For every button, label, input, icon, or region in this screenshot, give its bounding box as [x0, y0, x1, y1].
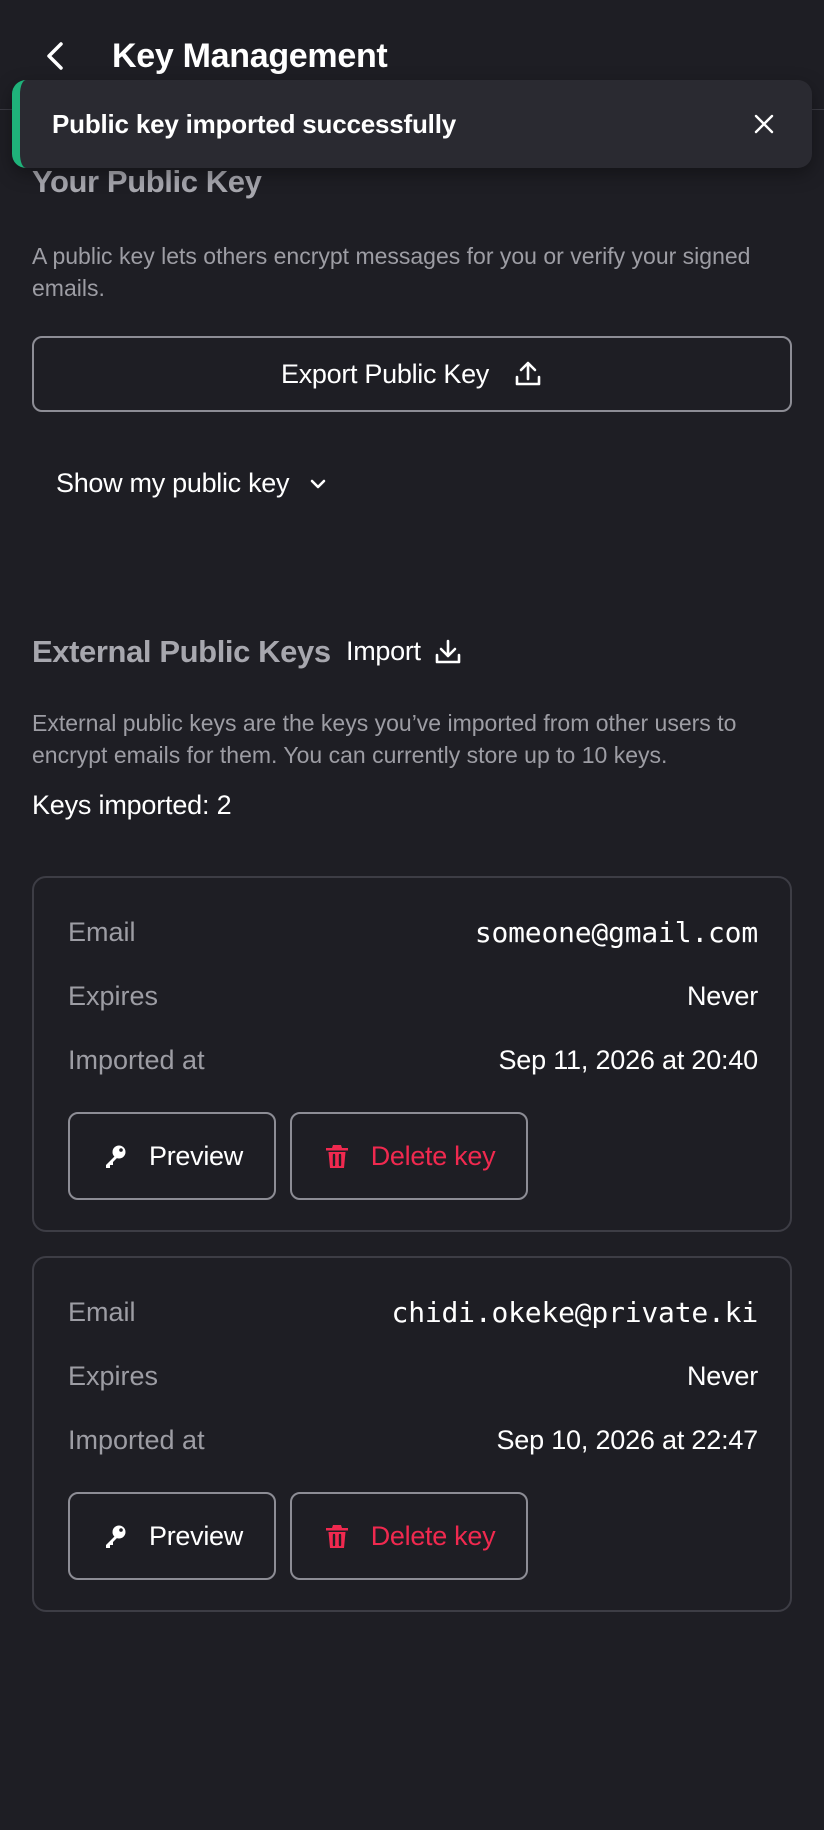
- toast-message: Public key imported successfully: [52, 109, 456, 139]
- expires-value: Never: [686, 980, 758, 1011]
- imported-at-value: Sep 11, 2026 at 20:40: [498, 1044, 758, 1075]
- imported-at-label: Imported at: [68, 1424, 205, 1455]
- trash-icon: [325, 1145, 348, 1168]
- delete-key-label: Delete key: [370, 1520, 496, 1551]
- preview-label: Preview: [149, 1140, 243, 1171]
- external-keys-description: External public keys are the keys you’ve…: [32, 710, 737, 768]
- import-key-button[interactable]: Import: [346, 636, 463, 667]
- success-toast: Public key imported successfully: [12, 80, 812, 168]
- delete-key-label: Delete key: [370, 1140, 496, 1171]
- email-row: Email chidi.okeke@private.ki: [68, 1292, 758, 1332]
- key-icon: [106, 1145, 126, 1168]
- imported-at-row: Imported at Sep 10, 2026 at 22:47: [68, 1420, 758, 1460]
- email-label: Email: [68, 1296, 136, 1327]
- email-value: someone@gmail.com: [474, 915, 758, 949]
- imported-at-row: Imported at Sep 11, 2026 at 20:40: [68, 1040, 758, 1080]
- email-label: Email: [68, 916, 136, 947]
- expires-row: Expires Never: [68, 976, 758, 1016]
- chevron-down-icon: [310, 479, 326, 488]
- external-public-keys-heading: External Public Keys: [32, 634, 331, 669]
- delete-key-button[interactable]: Delete key: [290, 1112, 528, 1200]
- email-value: chidi.okeke@private.ki: [391, 1295, 759, 1329]
- back-button[interactable]: [40, 36, 72, 76]
- page-title: Key Management: [112, 37, 388, 75]
- expires-value: Never: [686, 1360, 758, 1391]
- show-public-key-toggle[interactable]: Show my public key: [56, 468, 329, 499]
- export-button-label: Export Public Key: [281, 358, 489, 389]
- key-card: Email chidi.okeke@private.ki Expires Nev…: [32, 1256, 792, 1612]
- close-icon: [754, 114, 774, 134]
- imported-at-value: Sep 10, 2026 at 22:47: [496, 1424, 758, 1455]
- expires-label: Expires: [68, 1360, 159, 1391]
- export-public-key-button[interactable]: Export Public Key: [32, 336, 792, 412]
- toast-close-button[interactable]: [750, 110, 778, 138]
- chevron-left-icon: [47, 42, 63, 70]
- download-icon: [435, 639, 461, 663]
- preview-button[interactable]: Preview: [68, 1112, 276, 1200]
- email-row: Email someone@gmail.com: [68, 912, 758, 952]
- preview-button[interactable]: Preview: [68, 1492, 276, 1580]
- your-public-key-description: A public key lets others encrypt message…: [32, 243, 751, 301]
- key-icon: [106, 1525, 126, 1548]
- preview-label: Preview: [149, 1520, 243, 1551]
- imported-at-label: Imported at: [68, 1044, 205, 1075]
- show-public-key-label: Show my public key: [56, 468, 290, 498]
- keys-imported-count: Keys imported: 2: [32, 790, 232, 820]
- your-public-key-heading: Your Public Key: [32, 164, 262, 199]
- import-label: Import: [346, 636, 421, 666]
- upload-icon: [515, 361, 541, 386]
- key-card: Email someone@gmail.com Expires Never Im…: [32, 876, 792, 1232]
- expires-row: Expires Never: [68, 1356, 758, 1396]
- trash-icon: [325, 1525, 348, 1548]
- expires-label: Expires: [68, 980, 159, 1011]
- delete-key-button[interactable]: Delete key: [290, 1492, 528, 1580]
